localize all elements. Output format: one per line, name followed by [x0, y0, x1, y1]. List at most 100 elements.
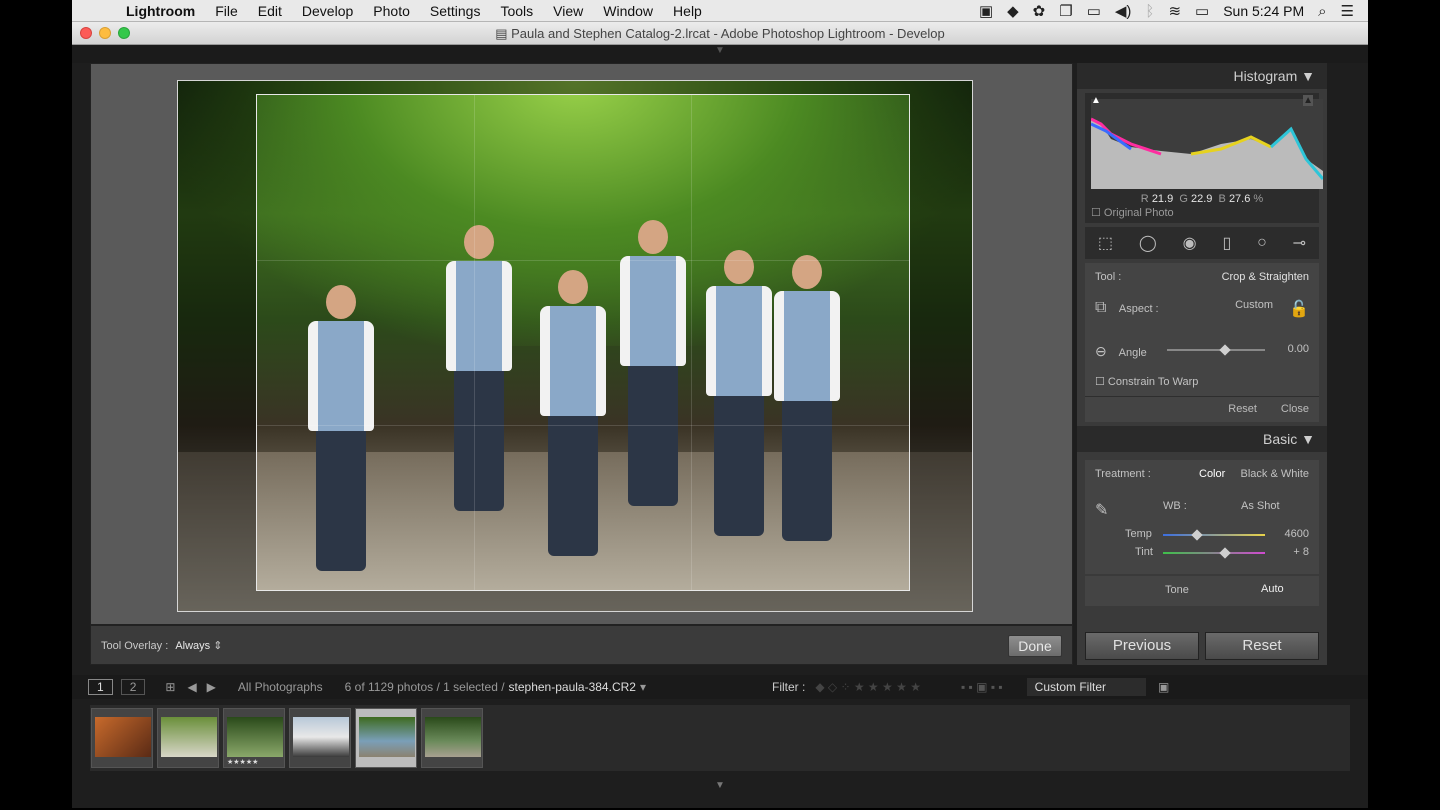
menu-photo[interactable]: Photo [373, 3, 410, 19]
constrain-label: Constrain To Warp [1107, 376, 1199, 388]
bluetooth-icon[interactable]: ᛒ [1145, 3, 1154, 20]
done-button[interactable]: Done [1008, 635, 1062, 657]
color-label-filter-icons[interactable]: ▪ ▪ ▣ ▪ ▪ [961, 680, 1003, 694]
red-eye-icon[interactable]: ◉ [1183, 233, 1197, 253]
grid-icon[interactable]: ⊞ [165, 680, 175, 694]
crop-frame-icon[interactable]: ⧉ [1095, 299, 1111, 316]
filmstrip-thumbnail[interactable]: ★★★★★ [223, 708, 285, 768]
r-label: R [1140, 193, 1149, 205]
checkbox-icon[interactable]: ☐ [1091, 207, 1104, 219]
zoom-window-button[interactable] [118, 27, 130, 39]
graduated-filter-icon[interactable]: ▯ [1222, 233, 1231, 253]
crop-tool-icon[interactable]: ⬚ [1098, 233, 1113, 253]
tint-slider[interactable] [1163, 552, 1265, 554]
evernote-icon[interactable]: ◆ [1007, 2, 1019, 20]
adjustment-brush-icon[interactable]: ⊸ [1293, 233, 1306, 253]
close-window-button[interactable] [80, 27, 92, 39]
menu-help[interactable]: Help [673, 3, 702, 19]
wb-row: ✎ WB : As Shot [1095, 500, 1309, 520]
tool-overlay-value[interactable]: Always [175, 640, 210, 652]
tint-slider-knob[interactable] [1219, 547, 1231, 559]
menu-tools[interactable]: Tools [500, 3, 533, 19]
auto-tone-button[interactable]: Auto [1261, 583, 1284, 595]
color-treatment-button[interactable]: Color [1199, 468, 1225, 480]
treatment-row: Treatment : Color Black & White [1095, 468, 1309, 480]
temp-slider[interactable] [1163, 534, 1265, 536]
wb-select[interactable]: As Shot [1241, 500, 1280, 512]
previous-button[interactable]: Previous [1085, 632, 1199, 660]
camera-icon[interactable]: ▣ [979, 2, 993, 20]
wifi-icon[interactable]: ≋ [1168, 2, 1181, 20]
view-1-button[interactable]: 1 [88, 679, 113, 695]
reset-button[interactable]: Reset [1205, 632, 1319, 660]
image-view[interactable] [90, 63, 1073, 625]
filter-lock-icon[interactable]: ▣ [1158, 680, 1169, 694]
spot-removal-icon[interactable]: ◯ [1139, 233, 1157, 253]
develop-toolbar: Tool Overlay : Always ⇕ Done [90, 625, 1073, 665]
shadow-clipping-icon[interactable]: ▲ [1091, 95, 1101, 106]
crop-close-button[interactable]: Close [1281, 403, 1309, 415]
angle-label: Angle [1118, 347, 1147, 359]
menu-window[interactable]: Window [603, 3, 653, 19]
tool-overlay[interactable]: Tool Overlay : Always ⇕ [101, 639, 222, 652]
highlight-clipping-icon[interactable]: ▲ [1303, 95, 1313, 106]
source-label[interactable]: All Photographs [238, 680, 323, 694]
menu-clock[interactable]: Sun 5:24 PM [1223, 3, 1304, 19]
radial-filter-icon[interactable]: ○ [1257, 234, 1267, 252]
menu-settings[interactable]: Settings [430, 3, 481, 19]
angle-value[interactable]: 0.00 [1288, 343, 1309, 355]
crop-reset-button[interactable]: Reset [1228, 403, 1257, 415]
crop-actions: Reset Close [1085, 396, 1319, 422]
histogram-title: Histogram [1233, 68, 1298, 84]
flag-filter-icons[interactable]: ◆ ◇ ⁘ ★ ★ ★ ★ ★ [815, 680, 921, 694]
back-arrow-icon[interactable]: ◀ [187, 680, 196, 694]
angle-slider[interactable] [1167, 349, 1265, 351]
angle-slider-knob[interactable] [1219, 344, 1231, 356]
straighten-tool-icon[interactable]: ⊖ [1095, 343, 1111, 359]
crop-rectangle[interactable] [256, 94, 910, 591]
aspect-select[interactable]: Custom [1235, 299, 1273, 311]
tone-label: Tone [1165, 584, 1189, 596]
dropdown-icon[interactable]: ▾ [640, 680, 646, 694]
original-photo[interactable]: ☐ Original Photo [1085, 203, 1319, 223]
view-2-button[interactable]: 2 [120, 679, 146, 695]
temp-value[interactable]: 4600 [1285, 528, 1309, 540]
filmstrip-thumbnail[interactable] [157, 708, 219, 768]
airplay-icon[interactable]: ▭ [1087, 2, 1101, 20]
notification-list-icon[interactable]: ☰ [1341, 2, 1354, 20]
menu-develop[interactable]: Develop [302, 3, 353, 19]
custom-filter-select[interactable]: Custom Filter [1026, 678, 1147, 696]
menu-app-name[interactable]: Lightroom [126, 3, 195, 19]
bottom-panel-toggle[interactable]: ▼ [72, 780, 1368, 791]
checkbox-icon[interactable]: ☐ [1095, 376, 1108, 388]
temp-slider-knob[interactable] [1191, 529, 1203, 541]
histogram[interactable]: ▲ ▲ R 21.9 G 22.9 B 27.6 % [1085, 93, 1323, 205]
menu-view[interactable]: View [553, 3, 583, 19]
filmstrip: ★★★★★ [90, 705, 1350, 771]
filmstrip-thumbnail[interactable] [289, 708, 351, 768]
constrain-row[interactable]: ☐ Constrain To Warp [1095, 375, 1309, 388]
filename[interactable]: stephen-paula-384.CR2 [509, 680, 636, 694]
battery-icon[interactable]: ▭ [1195, 2, 1209, 20]
menu-file[interactable]: File [215, 3, 238, 19]
tint-value[interactable]: + 8 [1293, 546, 1309, 558]
eyedropper-icon[interactable]: ✎ [1095, 502, 1108, 519]
volume-icon[interactable]: ◀) [1115, 2, 1132, 20]
basic-header[interactable]: Basic ▼ [1077, 426, 1327, 452]
minimize-window-button[interactable] [99, 27, 111, 39]
sync-icon[interactable]: ✿ [1033, 2, 1046, 20]
filmstrip-thumbnail[interactable] [91, 708, 153, 768]
bw-treatment-button[interactable]: Black & White [1241, 468, 1309, 480]
forward-arrow-icon[interactable]: ▶ [207, 680, 216, 694]
filmstrip-thumbnail-selected[interactable] [355, 708, 417, 768]
search-icon[interactable]: ⌕ [1318, 3, 1326, 20]
rgb-readout: R 21.9 G 22.9 B 27.6 % [1085, 189, 1319, 205]
lock-icon[interactable]: 🔓 [1289, 299, 1309, 319]
basic-title: Basic [1263, 431, 1298, 447]
histogram-header[interactable]: Histogram ▼ [1077, 63, 1327, 89]
screens-icon[interactable]: ❐ [1059, 2, 1072, 20]
top-panel-toggle[interactable]: ▼ [72, 45, 1368, 63]
menu-edit[interactable]: Edit [258, 3, 282, 19]
aspect-row: ⧉ Aspect : Custom 🔓 [1095, 299, 1309, 319]
filmstrip-thumbnail[interactable] [421, 708, 483, 768]
